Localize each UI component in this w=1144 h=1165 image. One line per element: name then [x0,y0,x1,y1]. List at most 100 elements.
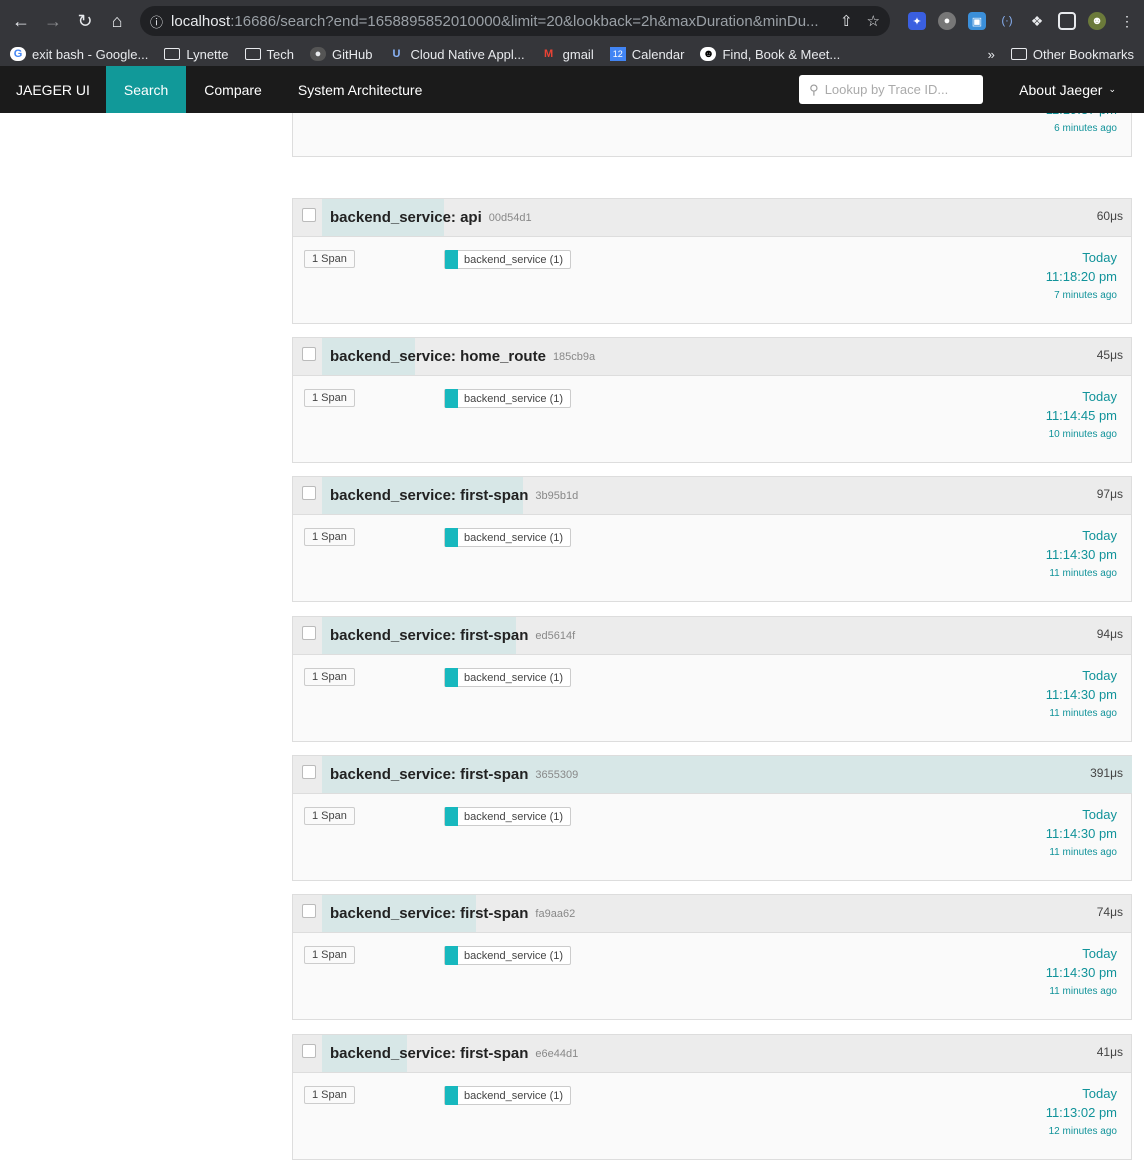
address-bar[interactable]: ⓘ localhost:16686/search?end=16588958520… [140,6,890,36]
extension-icon[interactable]: ● [938,12,956,30]
home-icon[interactable]: ⌂ [104,8,130,34]
compare-checkbox[interactable] [302,208,316,222]
trace-id: 3b95b1d [535,489,579,502]
span-count-tag: 1 Span [304,1086,355,1104]
bookmarks-bar: Gexit bash - Google... Lynette Tech ● Git… [0,42,1144,66]
service-color-swatch [445,807,458,826]
span-count-tag: 1 Span [304,807,355,825]
bookmark-item[interactable]: Gexit bash - Google... [10,47,148,62]
folder-icon [164,47,181,61]
bookmark-item[interactable]: 12 Calendar [609,47,684,62]
bookmark-item[interactable]: ☻ Find, Book & Meet... [700,47,840,62]
bookmark-item[interactable]: Tech [244,47,294,62]
service-color-swatch [445,528,458,547]
trace-body[interactable]: 1 Span backend_service (1) Today 11:13:0… [293,1073,1131,1159]
menu-icon[interactable]: ⋮ [1118,12,1136,30]
trace-card[interactable]: backend_service: api 00d54d1 60μs 1 Span… [292,198,1132,324]
gmail-icon: M [544,48,554,60]
compare-checkbox[interactable] [302,904,316,918]
trace-title[interactable]: backend_service: first-span [330,766,528,783]
messenger-extension-icon[interactable]: ✦ [908,12,926,30]
devtools-extension-icon[interactable]: (·) [998,12,1016,30]
service-color-swatch [445,1086,458,1105]
about-jaeger-menu[interactable]: About Jaeger ⌄ [983,82,1144,98]
trace-card[interactable]: backend_service: first-span e6e44d1 41μs… [292,1034,1132,1160]
info-icon[interactable]: ⓘ [150,12,163,31]
trace-header[interactable]: backend_service: first-span e6e44d1 41μs [293,1035,1131,1073]
trace-title[interactable]: backend_service: first-span [330,905,528,922]
nav-system-architecture[interactable]: System Architecture [280,66,441,113]
reload-icon[interactable]: ↻ [72,8,98,34]
trace-header[interactable]: backend_service: first-span ed5614f 94μs [293,617,1131,655]
url-text[interactable]: localhost:16686/search?end=1658895852010… [171,13,832,30]
trace-body[interactable]: 1 Span backend_service (1) Today 11:14:3… [293,794,1131,880]
trace-header[interactable]: backend_service: first-span 3655309 391μ… [293,756,1132,794]
browser-toolbar: ← → ↻ ⌂ ⓘ localhost:16686/search?end=165… [0,0,1144,42]
bookmark-item[interactable]: Lynette [164,47,229,62]
compare-checkbox[interactable] [302,347,316,361]
trace-header[interactable]: backend_service: first-span 3b95b1d 97μs [293,477,1131,515]
compare-checkbox[interactable] [302,765,316,779]
sidebar-icon[interactable] [1058,12,1076,30]
trace-id: fa9aa62 [535,907,576,920]
trace-body[interactable]: 1 Span backend_service (1) Today 11:14:3… [293,655,1131,741]
trace-body[interactable]: 1 Span backend_service (1) Today 11:19:3… [293,113,1131,156]
trace-duration: 74μs [1096,905,1123,919]
bookmarks-overflow-icon[interactable]: » [988,47,995,62]
service-tag: backend_service (1) [444,668,572,687]
service-tag: backend_service (1) [444,946,572,965]
other-bookmarks[interactable]: Other Bookmarks [1010,47,1134,62]
bookmark-item[interactable]: U Cloud Native Appl... [388,47,524,62]
trace-title[interactable]: backend_service: first-span [330,627,528,644]
trace-body[interactable]: 1 Span backend_service (1) Today 11:14:3… [293,933,1131,1019]
trace-header[interactable]: backend_service: home_route 185cb9a 45μs [293,338,1131,376]
folder-icon [1010,47,1027,61]
trace-title[interactable]: backend_service: api [330,209,482,226]
meetup-icon: ☻ [700,47,717,61]
service-tag: backend_service (1) [444,250,572,269]
service-tag: backend_service (1) [444,528,572,547]
cloud-native-icon: U [392,48,401,60]
bookmark-item[interactable]: ● GitHub [309,47,372,62]
star-icon[interactable]: ☆ [867,12,880,30]
trace-timestamp: Today 11:19:37 pm 6 minutes ago [1046,113,1117,134]
brand-logo[interactable]: JAEGER UI [0,66,106,113]
window-extension-icon[interactable]: ▣ [968,12,986,30]
trace-card[interactable]: backend_service: first-span fa9aa62 74μs… [292,894,1132,1020]
trace-id: 00d54d1 [488,211,532,224]
trace-card[interactable]: backend_service: first-span 3b95b1d 97μs… [292,476,1132,602]
share-icon[interactable]: ⇧ [840,12,853,30]
trace-title[interactable]: backend_service: first-span [330,1045,528,1062]
trace-title[interactable]: backend_service: home_route [330,348,546,365]
bookmark-item[interactable]: Mgmail [541,47,594,62]
compare-checkbox[interactable] [302,626,316,640]
trace-timestamp: Today 11:13:02 pm 12 minutes ago [1045,1086,1117,1137]
trace-body[interactable]: 1 Span backend_service (1) Today 11:18:2… [293,237,1131,323]
avatar[interactable]: ☻ [1088,12,1106,30]
trace-card[interactable]: backend_service: first-span 3655309 391μ… [292,755,1132,881]
trace-id: 185cb9a [552,350,596,363]
trace-body[interactable]: 1 Span backend_service (1) Today 11:14:3… [293,515,1131,601]
compare-checkbox[interactable] [302,486,316,500]
calendar-icon: 12 [609,47,626,61]
forward-arrow-icon[interactable]: → [40,8,66,34]
puzzle-icon[interactable]: ❖ [1028,12,1046,30]
github-icon: ● [309,47,326,61]
back-arrow-icon[interactable]: ← [8,8,34,34]
service-tag: backend_service (1) [444,807,572,826]
nav-search[interactable]: Search [105,66,187,113]
google-icon: G [10,47,26,61]
nav-compare[interactable]: Compare [186,66,280,113]
trace-timestamp: Today 11:14:30 pm 11 minutes ago [1045,668,1117,719]
trace-header[interactable]: backend_service: api 00d54d1 60μs [293,199,1131,237]
trace-card[interactable]: backend_service: first-span ed5614f 94μs… [292,616,1132,742]
span-count-tag: 1 Span [304,946,355,964]
trace-title[interactable]: backend_service: first-span [330,487,528,504]
trace-card[interactable]: 1 Span backend_service (1) Today 11:19:3… [292,113,1132,157]
trace-card[interactable]: backend_service: home_route 185cb9a 45μs… [292,337,1132,463]
trace-body[interactable]: 1 Span backend_service (1) Today 11:14:4… [293,376,1131,462]
trace-duration: 94μs [1096,627,1123,641]
trace-id-lookup-input[interactable]: ⚲ Lookup by Trace ID... [799,75,984,104]
compare-checkbox[interactable] [302,1044,316,1058]
trace-header[interactable]: backend_service: first-span fa9aa62 74μs [293,895,1131,933]
